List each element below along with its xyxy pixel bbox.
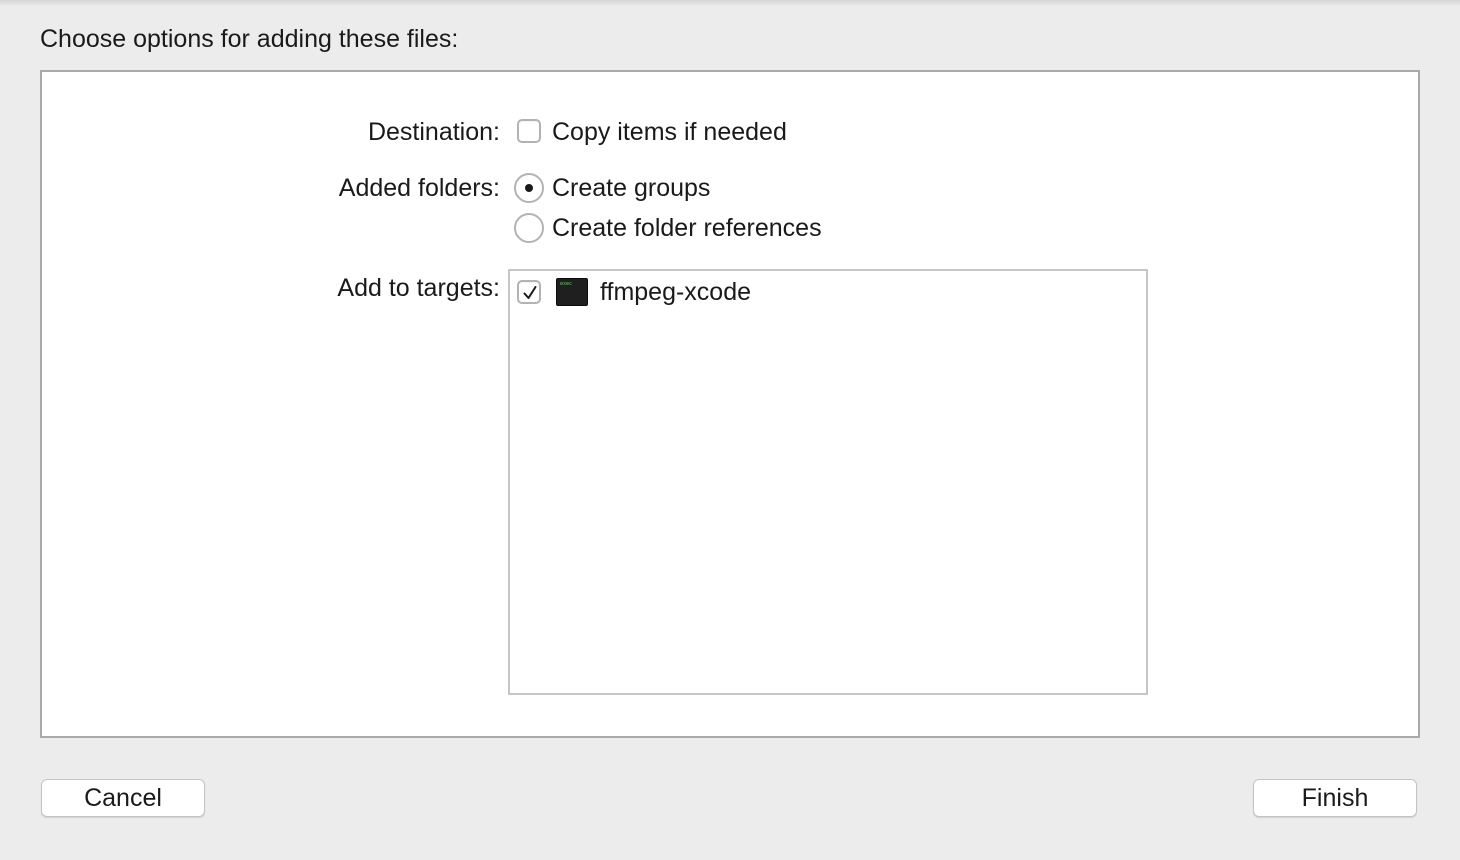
target-name: ffmpeg-xcode [600, 278, 752, 306]
cancel-button[interactable]: Cancel [41, 779, 205, 817]
finish-button[interactable]: Finish [1253, 779, 1417, 817]
create-groups-radio[interactable] [514, 173, 544, 203]
checkmark-icon [523, 286, 537, 299]
create-folder-references-label[interactable]: Create folder references [552, 211, 822, 245]
create-groups-label[interactable]: Create groups [552, 171, 710, 205]
exec-icon-text: exec [560, 281, 573, 287]
copy-items-checkbox[interactable] [517, 119, 541, 143]
radio-selected-dot [525, 184, 533, 192]
create-folder-references-radio[interactable] [514, 213, 544, 243]
added-folders-label: Added folders: [338, 174, 500, 202]
options-panel: Destination: Copy items if needed Added … [40, 70, 1420, 738]
terminal-executable-icon: exec [556, 278, 588, 306]
target-checkbox[interactable] [517, 280, 541, 304]
window-top-edge [0, 0, 1460, 6]
target-row[interactable]: exec ffmpeg-xcode [510, 271, 1146, 315]
destination-label: Destination: [367, 118, 500, 146]
copy-items-label[interactable]: Copy items if needed [552, 115, 787, 149]
dialog-title: Choose options for adding these files: [40, 25, 459, 53]
add-to-targets-label: Add to targets: [337, 274, 500, 302]
targets-list[interactable]: exec ffmpeg-xcode [508, 269, 1148, 695]
